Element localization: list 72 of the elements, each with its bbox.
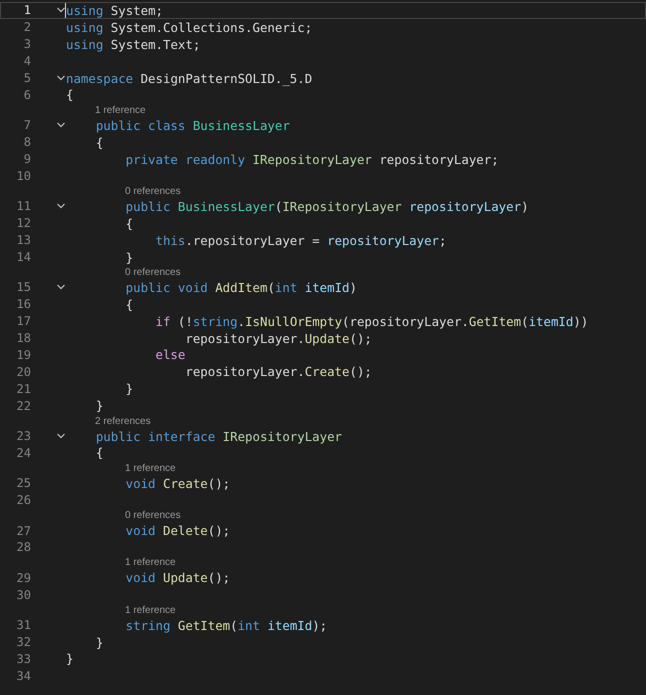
code-line: repositoryLayer.Create(); (184, 364, 372, 380)
code-line: public class BusinessLayer (94, 118, 290, 133)
code-line: string GetItem(int itemId); (124, 618, 328, 633)
line-number: 1 (22, 3, 31, 18)
code-line: if (!string.IsNullOrEmpty(repositoryLayer.GetItem(itemId)) (154, 314, 588, 329)
line-number: 4 (22, 54, 31, 68)
code-line: { (94, 445, 104, 460)
line-number: 26 (16, 493, 31, 508)
code-editor[interactable] (0, 0, 646, 695)
line-number: 7 (22, 118, 31, 132)
line-number: 30 (16, 588, 31, 602)
line-number: 15 (16, 280, 31, 294)
line-number: 23 (16, 429, 31, 444)
line-number: 17 (16, 314, 31, 328)
line-number: 32 (16, 635, 31, 650)
line-number: 5 (22, 71, 31, 85)
code-line: public BusinessLayer(IRepositoryLayer repositoryLayer) (124, 198, 529, 214)
codelens-link[interactable]: 1 reference (125, 462, 176, 475)
code-line: { (66, 87, 74, 102)
code-line: } (66, 651, 74, 666)
codelens-link[interactable]: 1 reference (125, 604, 176, 617)
code-line: { (94, 134, 104, 150)
line-number: 28 (16, 540, 31, 554)
line-number: 13 (16, 233, 31, 248)
code-line: using System.Text; (66, 36, 200, 52)
codelens-link[interactable]: 1 reference (125, 557, 176, 570)
code-line: { (124, 296, 134, 312)
code-line: void Create(); (124, 476, 230, 491)
codelens-link[interactable]: 0 references (125, 266, 181, 279)
code-line: } (124, 381, 134, 396)
code-line: } (124, 250, 134, 265)
code-line: } (94, 634, 104, 650)
code-line: namespace DesignPatternSOLID._5.D (66, 70, 312, 86)
line-number: 2 (22, 20, 31, 34)
codelens-link[interactable]: 2 references (95, 416, 151, 428)
line-number: 6 (22, 88, 31, 102)
line-number: 16 (16, 297, 31, 312)
line-number: 31 (16, 618, 31, 632)
line-number: 14 (16, 250, 31, 264)
line-number: 3 (22, 37, 31, 52)
code-line: using System.Collections.Generic; (66, 20, 312, 35)
code-line: void Delete(); (124, 523, 230, 538)
line-number: 8 (22, 135, 31, 150)
line-number: 27 (16, 524, 31, 538)
collapse-chevron-icon[interactable] (56, 73, 66, 83)
code-line: } (94, 398, 104, 414)
codelens-link[interactable]: 0 references (125, 510, 181, 522)
codelens-link[interactable]: 0 references (125, 186, 181, 198)
line-number: 20 (16, 364, 31, 379)
line-number: 34 (16, 668, 31, 683)
line-number: 12 (16, 216, 31, 230)
line-number: 24 (16, 446, 31, 460)
line-number: 22 (16, 398, 31, 413)
codelens-link[interactable]: 1 reference (95, 104, 146, 117)
code-line: public void AddItem(int itemId) (124, 280, 357, 295)
line-number: 21 (16, 382, 31, 396)
code-line: private readonly IRepositoryLayer repositoryLayer; (124, 152, 499, 167)
line-number: 25 (16, 476, 31, 490)
line-number: 18 (16, 331, 31, 346)
line-number: 9 (22, 152, 31, 166)
line-number: 29 (16, 570, 31, 585)
line-number: 11 (16, 199, 31, 214)
code-line: public interface IRepositoryLayer (94, 428, 342, 444)
code-line: else (154, 347, 186, 362)
code-line: using System; (66, 2, 163, 18)
code-line: { (124, 216, 134, 231)
code-line: void Update(); (124, 570, 230, 586)
code-line: this.repositoryLayer = repositoryLayer; (154, 232, 446, 248)
line-number: 33 (16, 652, 31, 666)
line-number: 19 (16, 348, 31, 362)
code-line: repositoryLayer.Update(); (184, 330, 372, 346)
line-number: 10 (16, 168, 31, 183)
